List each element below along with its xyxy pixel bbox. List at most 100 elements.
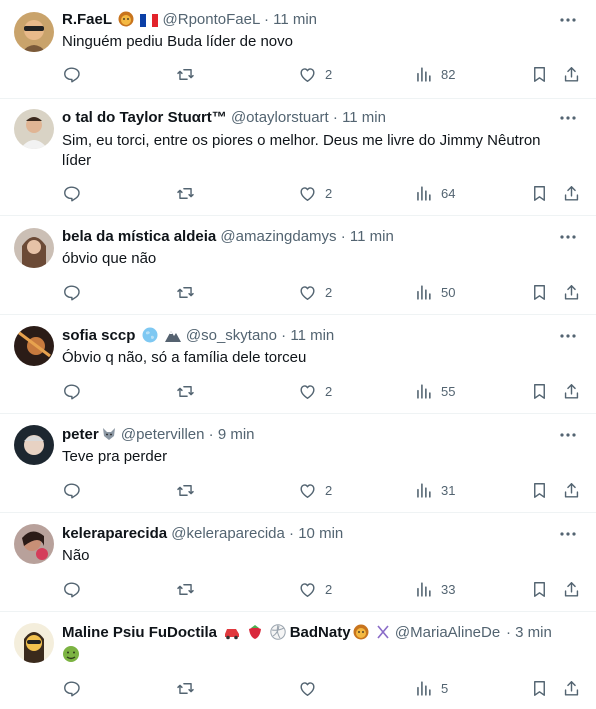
views-button[interactable]: 55 <box>414 381 455 401</box>
like-button[interactable] <box>298 678 325 698</box>
timestamp[interactable]: 3 min <box>515 624 552 641</box>
retweet-button[interactable] <box>176 579 195 599</box>
timestamp[interactable]: 10 min <box>298 525 343 542</box>
more-options-icon[interactable] <box>558 425 578 445</box>
views-button[interactable]: 82 <box>414 64 455 84</box>
share-icon <box>564 383 579 399</box>
tweet-header: bela da mística aldeia @amazingdamys · 1… <box>62 227 540 247</box>
reply-button[interactable] <box>62 381 81 401</box>
share-button[interactable] <box>562 64 581 84</box>
meta-separator: · <box>332 109 338 126</box>
views-button[interactable]: 31 <box>414 480 455 500</box>
retweet-button[interactable] <box>176 381 195 401</box>
tweet-text-line: Teve pra perder <box>62 448 168 465</box>
share-button[interactable] <box>562 480 581 500</box>
author-name-suffix[interactable]: BadNaty <box>290 624 351 641</box>
more-options-icon[interactable] <box>558 10 578 30</box>
views-button[interactable]: 50 <box>414 282 455 302</box>
action-bar: 2 82 <box>62 64 582 84</box>
avatar[interactable] <box>14 109 54 149</box>
tweet[interactable]: keleraparecida @keleraparecida · 10 min … <box>0 513 596 612</box>
retweet-button[interactable] <box>176 282 195 302</box>
like-button[interactable]: 2 <box>298 183 332 203</box>
author-name[interactable]: peter <box>62 426 99 443</box>
views-count: 33 <box>441 581 456 597</box>
tweet[interactable]: Maline Psiu FuDoctila BadNaty @MariaAlin… <box>0 612 596 709</box>
like-button[interactable]: 2 <box>298 282 332 302</box>
retweet-button[interactable] <box>176 678 195 698</box>
more-options-icon[interactable] <box>558 108 578 128</box>
tweet[interactable]: peter @petervillen · 9 min Teve pra perd… <box>0 414 596 513</box>
views-chart-icon <box>417 66 431 82</box>
author-handle[interactable]: @keleraparecida <box>171 525 285 542</box>
author-handle[interactable]: @otaylorstuart <box>231 109 329 126</box>
like-button[interactable]: 2 <box>298 480 332 500</box>
views-button[interactable]: 33 <box>414 579 455 599</box>
author-name[interactable]: sofia sccp <box>62 327 135 344</box>
bookmark-button[interactable] <box>530 183 549 203</box>
avatar[interactable] <box>14 524 54 564</box>
retweet-button[interactable] <box>176 183 195 203</box>
avatar[interactable] <box>14 425 54 465</box>
share-button[interactable] <box>562 678 581 698</box>
more-options-icon[interactable] <box>558 524 578 544</box>
timestamp[interactable]: 9 min <box>218 426 255 443</box>
reply-button[interactable] <box>62 579 81 599</box>
views-count: 31 <box>441 482 456 498</box>
tweet[interactable]: R.FaeL @RpontoFaeL · 11 min Ninguém pedi… <box>0 0 596 99</box>
tweet[interactable]: o tal do Taylor Stuαrt™ @otaylorstuart ·… <box>0 99 596 216</box>
share-button[interactable] <box>562 183 581 203</box>
share-button[interactable] <box>562 381 581 401</box>
author-name[interactable]: R.FaeL <box>62 11 112 28</box>
avatar[interactable] <box>14 12 54 52</box>
avatar[interactable] <box>14 228 54 268</box>
like-button[interactable]: 2 <box>298 64 332 84</box>
reply-button[interactable] <box>62 678 81 698</box>
tweet[interactable]: bela da mística aldeia @amazingdamys · 1… <box>0 216 596 315</box>
reply-button[interactable] <box>62 282 81 302</box>
like-count: 2 <box>325 185 333 201</box>
tweet-text: Sim, eu torci, entre os piores o melhor.… <box>62 131 566 171</box>
heart-icon <box>300 285 315 300</box>
bookmark-button[interactable] <box>530 381 549 401</box>
timestamp[interactable]: 11 min <box>350 228 394 245</box>
author-name[interactable]: bela da mística aldeia <box>62 228 216 245</box>
author-handle[interactable]: @petervillen <box>121 426 205 443</box>
like-button[interactable]: 2 <box>298 381 332 401</box>
timestamp[interactable]: 11 min <box>342 109 386 126</box>
bookmark-button[interactable] <box>530 282 549 302</box>
bookmark-button[interactable] <box>530 579 549 599</box>
avatar[interactable] <box>14 623 54 663</box>
more-options-icon[interactable] <box>558 326 578 346</box>
like-button[interactable]: 2 <box>298 579 332 599</box>
views-button[interactable]: 64 <box>414 183 455 203</box>
share-button[interactable] <box>562 282 581 302</box>
bookmark-button[interactable] <box>530 678 549 698</box>
author-handle[interactable]: @so_skytano <box>186 327 277 344</box>
author-name[interactable]: Maline Psiu FuDoctila <box>62 624 217 641</box>
bookmark-button[interactable] <box>530 480 549 500</box>
author-name[interactable]: o tal do Taylor Stuαrt™ <box>62 109 227 126</box>
avatar[interactable] <box>14 326 54 366</box>
retweet-button[interactable] <box>176 64 195 84</box>
meta-separator: · <box>208 426 214 443</box>
timestamp[interactable]: 11 min <box>273 11 317 28</box>
views-chart-icon <box>417 284 431 300</box>
reply-button[interactable] <box>62 480 81 500</box>
more-options-icon[interactable] <box>558 227 578 247</box>
bookmark-button[interactable] <box>530 64 549 84</box>
meta-separator: · <box>263 11 269 28</box>
reply-button[interactable] <box>62 183 81 203</box>
retweet-button[interactable] <box>176 480 195 500</box>
timestamp[interactable]: 11 min <box>290 327 334 344</box>
tweet[interactable]: sofia sccp @so_skytano · 11 min Óbvio q … <box>0 315 596 414</box>
views-button[interactable]: 5 <box>414 678 448 698</box>
share-button[interactable] <box>562 579 581 599</box>
author-handle[interactable]: @amazingdamys <box>220 228 336 245</box>
action-bar: 5 <box>62 678 582 698</box>
author-handle[interactable]: @MariaAlineDe <box>395 624 500 641</box>
reply-button[interactable] <box>62 64 81 84</box>
author-handle[interactable]: @RpontoFaeL <box>163 11 260 28</box>
author-name[interactable]: keleraparecida <box>62 525 167 542</box>
tweet-header: Maline Psiu FuDoctila BadNaty @MariaAlin… <box>62 623 556 643</box>
